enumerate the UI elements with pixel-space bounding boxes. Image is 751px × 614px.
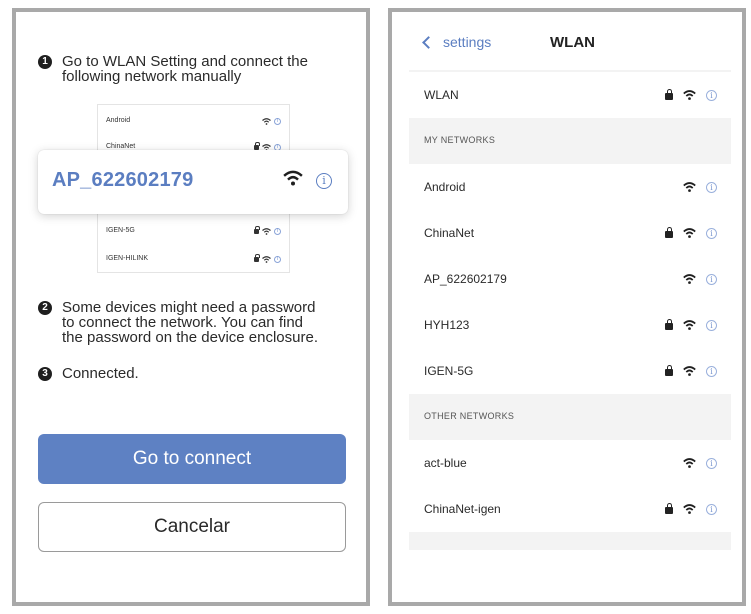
wifi-icon [683,274,696,284]
wifi-icon [262,255,271,263]
section-header-other-networks: OTHER NETWORKS [424,411,515,421]
info-icon[interactable]: i [706,181,717,193]
info-icon[interactable]: i [706,227,717,239]
info-icon[interactable]: i [706,89,717,101]
go-to-connect-button[interactable]: Go to connect [38,434,346,484]
step-3-number: 3 [38,367,52,381]
network-row[interactable]: Android i [409,164,731,210]
wifi-icon [262,227,271,235]
back-button[interactable]: settings [422,34,492,50]
network-name: Android [424,180,466,194]
network-row[interactable]: ChinaNet i [409,210,731,256]
wifi-icon [683,182,696,192]
mini-network-row: IGEN-5G i [98,219,289,243]
mini-network-name: IGEN-HILINK [106,255,149,262]
lock-icon [254,141,260,150]
network-row[interactable]: HYH123 i [409,302,731,348]
lock-icon [665,227,673,238]
network-row[interactable]: ChinaNet-igen i [409,486,731,532]
network-row[interactable]: IGEN-5G i [409,348,731,394]
step-2-text: Some devices might need a password to co… [62,299,318,346]
page-title: WLAN [550,34,595,51]
mini-network-name: Android [106,117,131,124]
network-name: ChinaNet-igen [424,502,501,516]
wlan-label: WLAN [424,88,459,102]
lock-icon [665,319,673,330]
network-name: AP_622602179 [424,272,507,286]
network-name: act-blue [424,456,467,470]
phone-screen-instructions: 1 Go to WLAN Setting and connect the fol… [12,8,370,606]
lock-icon [665,503,673,514]
network-row[interactable]: act-blue i [409,440,731,486]
wifi-icon [683,320,696,330]
lock-icon [254,225,260,234]
highlighted-network-card: AP_622602179 i [38,150,348,214]
wlan-row[interactable]: WLAN i [409,72,731,118]
info-icon[interactable]: i [706,365,717,377]
wifi-icon [683,90,696,100]
info-icon: i [274,227,281,235]
network-row[interactable]: AP_622602179 i [409,256,731,302]
wifi-icon [683,228,696,238]
mini-network-name: IGEN-5G [106,227,135,234]
lock-icon [665,365,673,376]
info-icon[interactable]: i [706,273,717,285]
mini-network-row: Android i [98,109,289,133]
phone-screen-wlan-settings: settings WLAN WLAN i MY NETWORKS Android… [388,8,746,606]
step-3-text: Connected. [62,365,139,382]
lock-icon [254,253,260,262]
info-icon[interactable]: i [706,319,717,331]
network-name: HYH123 [424,318,470,332]
wifi-icon [683,366,696,376]
info-icon: i [274,255,281,263]
lock-icon [665,89,673,100]
wifi-icon [683,458,696,468]
section-header-my-networks: MY NETWORKS [424,135,496,145]
wifi-icon [683,504,696,514]
back-label: settings [443,34,492,50]
highlighted-network-name: AP_622602179 [52,169,194,191]
wlan-list: WLAN i MY NETWORKS Android i ChinaNet i [409,70,731,550]
mini-network-row: IGEN-HILINK i [98,247,289,271]
network-name: ChinaNet [424,226,475,240]
info-icon: i [274,117,281,125]
info-icon[interactable]: i [706,457,717,469]
cancel-button[interactable]: Cancelar [38,502,346,552]
chevron-left-icon [422,35,435,49]
wifi-icon [262,117,271,125]
step-2-number: 2 [38,301,52,315]
wifi-icon [283,170,303,186]
info-icon[interactable]: i [706,503,717,515]
mini-network-name: ChinaNet [106,143,136,150]
step-1-text: Go to WLAN Setting and connect the follo… [62,53,308,85]
step-1-number: 1 [38,55,52,69]
info-icon: i [316,173,332,189]
network-name: IGEN-5G [424,364,474,378]
navigation-bar: settings WLAN [392,12,742,70]
